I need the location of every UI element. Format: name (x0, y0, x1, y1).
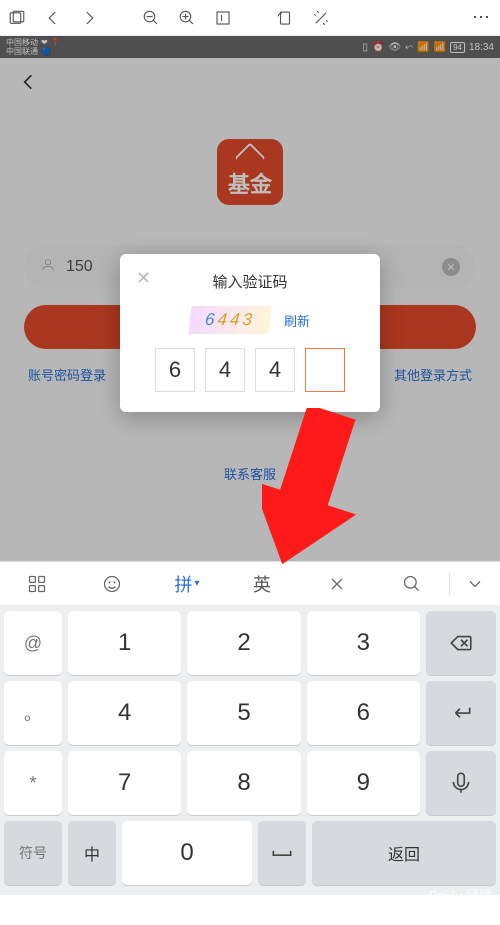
wifi-icon: ⬿ (405, 42, 413, 53)
battery-level: 94 (450, 42, 465, 53)
carrier-2: 中国联通 (6, 47, 38, 56)
keyboard-toolbar: 拼▾ 英 (0, 561, 500, 605)
rotate-icon[interactable] (276, 9, 294, 27)
kbd-collapse-icon[interactable] (450, 574, 500, 594)
zoom-in-icon[interactable] (178, 9, 196, 27)
magic-icon[interactable] (312, 9, 330, 27)
code-box-4[interactable] (305, 348, 345, 392)
nav-back-button[interactable] (0, 58, 500, 111)
key-backspace[interactable] (426, 611, 496, 675)
key-3[interactable]: 3 (307, 611, 420, 675)
key-at[interactable]: @ (4, 611, 62, 675)
code-box-3[interactable]: 4 (255, 348, 295, 392)
key-symbols[interactable]: 符号 (4, 821, 62, 885)
status-bar: 中国移动❤📍 中国联通🔵 ▯ ⏰ 👁 ⬿ 📶 📶 94 18:34 (0, 36, 500, 58)
key-7[interactable]: 7 (68, 751, 181, 815)
password-login-link[interactable]: 账号密码登录 (28, 365, 106, 384)
key-4[interactable]: 4 (68, 681, 181, 745)
signal-icon: 📶 (417, 42, 429, 53)
watermark: Baidu 经验 jingyan.baidu.com (419, 889, 492, 917)
contact-service-link[interactable]: 联系客服 (0, 464, 500, 483)
kbd-pinyin-tab[interactable]: 拼▾ (150, 571, 225, 597)
refresh-captcha-link[interactable]: 刷新 (284, 311, 310, 330)
person-icon (40, 257, 56, 278)
key-lang[interactable]: 中 (68, 821, 116, 885)
code-box-1[interactable]: 6 (155, 348, 195, 392)
key-2[interactable]: 2 (187, 611, 300, 675)
key-5[interactable]: 5 (187, 681, 300, 745)
key-period[interactable]: 。 (4, 681, 62, 745)
zoom-out-icon[interactable] (142, 9, 160, 27)
key-star[interactable]: * (4, 751, 62, 815)
captcha-modal: ✕ 输入验证码 6443 刷新 6 4 4 (120, 254, 380, 412)
phone-value: 150 (66, 258, 93, 276)
numeric-keyboard: @ 1 2 3 。 4 5 6 * 7 8 9 符号 中 0 返回 (0, 605, 500, 895)
key-enter[interactable] (426, 681, 496, 745)
vibrate-icon: ▯ (362, 42, 368, 53)
kbd-apps-icon[interactable] (0, 574, 75, 594)
key-return[interactable]: 返回 (312, 821, 496, 885)
eye-icon: 👁 (388, 42, 401, 53)
key-8[interactable]: 8 (187, 751, 300, 815)
key-6[interactable]: 6 (307, 681, 420, 745)
annotation-arrow (262, 408, 382, 593)
tabs-icon[interactable] (8, 9, 26, 27)
clear-icon[interactable]: ✕ (442, 258, 460, 276)
modal-title: 输入验证码 (136, 271, 364, 292)
status-time: 18:34 (469, 42, 494, 53)
back-icon[interactable] (44, 9, 62, 27)
key-1[interactable]: 1 (68, 611, 181, 675)
forward-icon[interactable] (80, 9, 98, 27)
captcha-image: 6443 (189, 306, 272, 334)
app-logo: 基金 (217, 139, 283, 205)
key-0[interactable]: 0 (122, 821, 252, 885)
kbd-search-icon[interactable] (374, 574, 449, 594)
other-login-link[interactable]: 其他登录方式 (394, 365, 472, 384)
alarm-icon: ⏰ (372, 42, 384, 53)
code-input-group[interactable]: 6 4 4 (136, 348, 364, 392)
browser-toolbar: ⋯ (0, 0, 500, 36)
key-9[interactable]: 9 (307, 751, 420, 815)
more-icon[interactable]: ⋯ (472, 7, 492, 28)
signal2-icon: 📶 (434, 42, 446, 53)
key-voice[interactable] (426, 751, 496, 815)
kbd-emoji-icon[interactable] (75, 574, 150, 594)
app-screen: 中国移动❤📍 中国联通🔵 ▯ ⏰ 👁 ⬿ 📶 📶 94 18:34 基金 150… (0, 36, 500, 561)
code-box-2[interactable]: 4 (205, 348, 245, 392)
fit-icon[interactable] (214, 9, 232, 27)
carrier-1: 中国移动 (6, 38, 38, 47)
key-space[interactable] (258, 821, 306, 885)
